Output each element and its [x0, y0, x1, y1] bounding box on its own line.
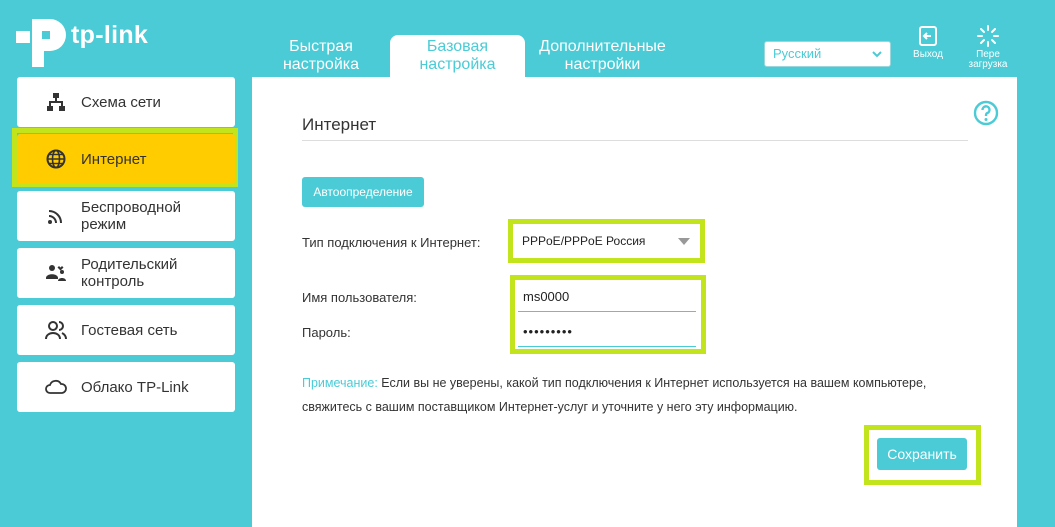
brand-name: tp-link — [71, 20, 149, 49]
sidebar-item-label: Облако TP-Link — [81, 378, 189, 396]
language-selected: Русский — [773, 46, 822, 61]
note-body: Если вы не уверены, какой тип подключени… — [302, 376, 927, 414]
logout-label: Выход — [913, 49, 943, 60]
sidebar-item-label: Родительский контроль — [81, 256, 178, 290]
language-select[interactable]: Русский — [764, 41, 891, 67]
tp-link-logo: tp-link — [16, 17, 148, 67]
wireless-icon — [43, 203, 69, 229]
help-icon[interactable] — [973, 100, 999, 126]
parental-control-icon — [43, 260, 69, 286]
tab-basic-setup[interactable]: Базовая настройка — [390, 35, 525, 77]
guest-network-icon — [43, 317, 69, 343]
logout-button[interactable]: Выход — [903, 25, 953, 60]
tab-quick-setup[interactable]: Быстрая настройка — [272, 35, 370, 77]
sidebar-item-parental-control[interactable]: Родительский контроль — [17, 248, 235, 298]
dropdown-arrow-icon — [678, 238, 690, 245]
sidebar-item-network-map[interactable]: Схема сети — [17, 77, 235, 127]
connection-type-label: Тип подключения к Интернет: — [302, 235, 481, 250]
sidebar-item-label: Интернет — [81, 150, 147, 168]
username-label: Имя пользователя: — [302, 290, 417, 305]
sidebar-item-guest-network[interactable]: Гостевая сеть — [17, 305, 235, 355]
title-divider — [302, 140, 968, 141]
note-label: Примечание: — [302, 376, 378, 390]
sidebar-item-label: Беспроводной режим — [81, 199, 182, 233]
reboot-button[interactable]: Пере загрузка — [963, 25, 1013, 70]
connection-type-value: PPPoE/PPPoE Россия — [522, 234, 646, 248]
sidebar-item-cloud[interactable]: Облако TP-Link — [17, 362, 235, 412]
sidebar-item-wireless[interactable]: Беспроводной режим — [17, 191, 235, 241]
tab-advanced-setup[interactable]: Дополнительные настройки — [530, 35, 675, 77]
password-input[interactable] — [518, 317, 696, 347]
sidebar-item-internet[interactable]: Интернет — [17, 134, 235, 184]
username-input[interactable] — [518, 282, 696, 312]
connection-type-select[interactable]: PPPoE/PPPoE Россия — [518, 229, 696, 253]
cloud-icon — [43, 374, 69, 400]
tp-link-logo-icon — [16, 19, 66, 67]
auto-detect-button[interactable]: Автоопределение — [302, 177, 424, 207]
reboot-label-line2: загрузка — [968, 59, 1008, 70]
save-button[interactable]: Сохранить — [877, 438, 967, 470]
chevron-down-icon — [872, 51, 882, 58]
network-map-icon — [43, 89, 69, 115]
logout-icon — [919, 26, 937, 46]
note-text: Примечание: Если вы не уверены, какой ти… — [302, 371, 942, 419]
reboot-icon — [977, 25, 999, 47]
sidebar-item-label: Схема сети — [81, 93, 161, 111]
globe-icon — [43, 146, 69, 172]
password-label: Пароль: — [302, 325, 351, 340]
sidebar-item-label: Гостевая сеть — [81, 321, 178, 339]
main-panel: Интернет Автоопределение Тип подключения… — [252, 77, 1017, 527]
page-title: Интернет — [302, 115, 377, 134]
